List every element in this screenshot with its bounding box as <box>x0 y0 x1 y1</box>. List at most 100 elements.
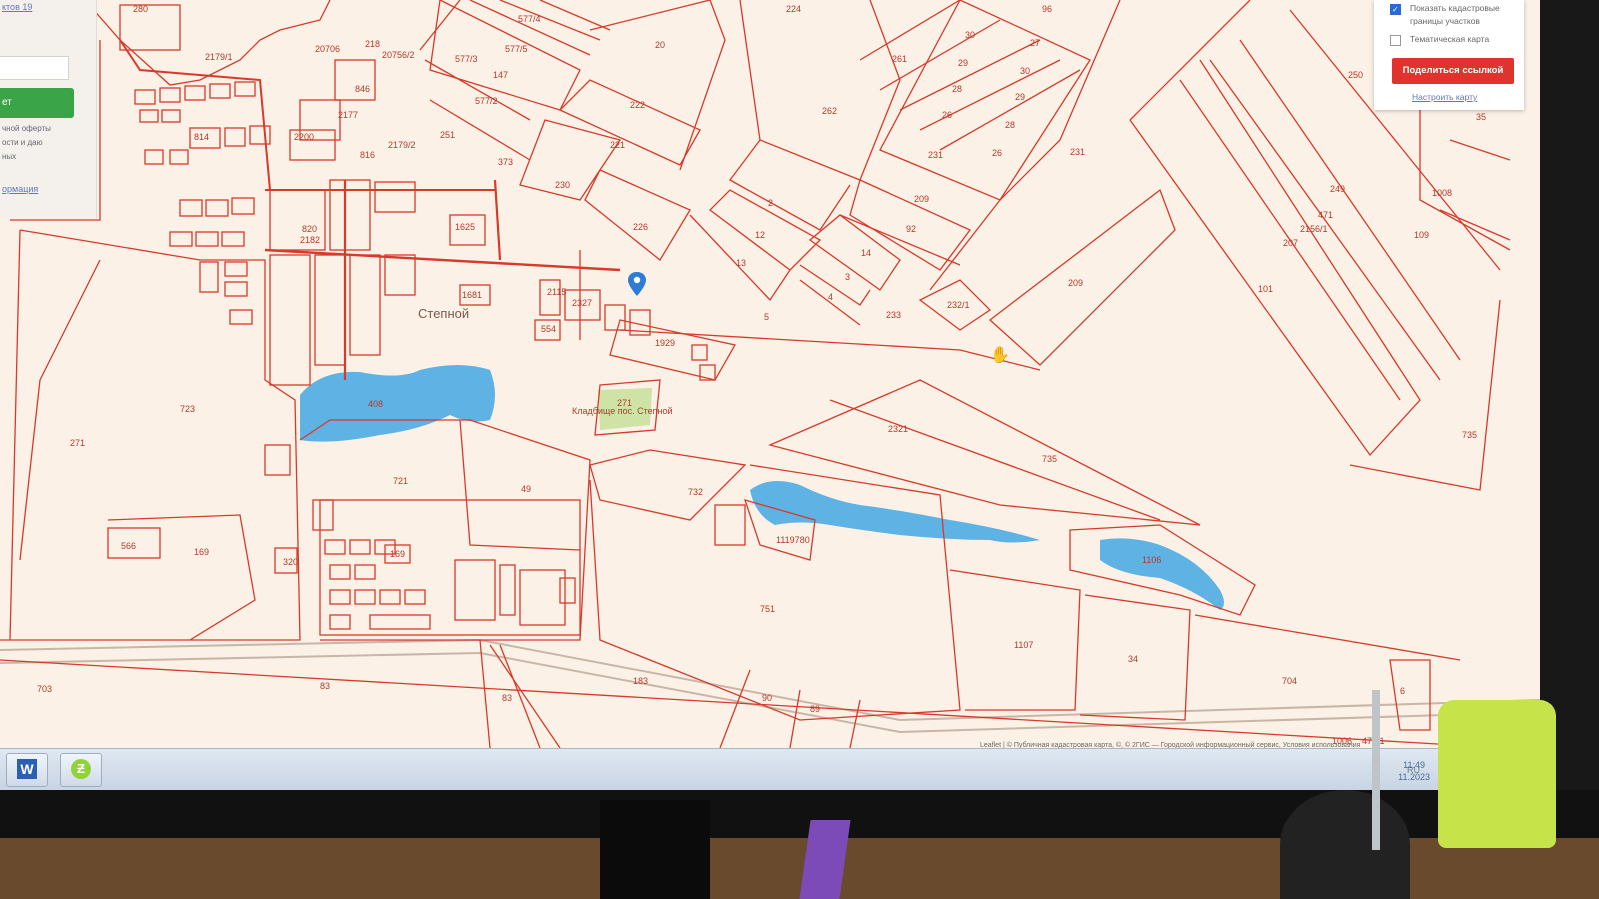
parcel-number-label: 109 <box>1414 230 1429 240</box>
parcel-number-label: 28 <box>952 84 962 94</box>
clock[interactable]: 11:49 11.2023 <box>1398 759 1430 783</box>
pen <box>1372 690 1380 850</box>
parcel-number-label: 20706 <box>315 44 340 54</box>
parcel-number-label: 471 <box>1318 210 1333 220</box>
parcel-number-label: 816 <box>360 150 375 160</box>
cadastral-checkbox[interactable] <box>1390 3 1401 16</box>
app-icon: Ƶ <box>71 759 91 779</box>
thematic-checkbox-label: Тематическая карта <box>1410 34 1490 44</box>
thematic-checkbox[interactable] <box>1390 35 1401 46</box>
parcel-number-label: 30 <box>965 30 975 40</box>
parcel-number-label: 2182 <box>300 235 320 245</box>
parcel-number-label: 28 <box>1005 120 1015 130</box>
parcel-number-label: 735 <box>1042 454 1057 464</box>
parcel-number-label: 49 <box>521 484 531 494</box>
parcel-number-label: 732 <box>688 487 703 497</box>
river-east <box>750 481 1040 543</box>
left-input-field[interactable] <box>0 56 69 80</box>
configure-map-link[interactable]: Настроить карту <box>1412 92 1477 102</box>
location-pin-icon[interactable] <box>628 272 646 296</box>
parcel-number-label: 183 <box>633 676 648 686</box>
parcel-number-label: 1119780 <box>776 535 810 545</box>
app-taskbar-button[interactable]: Ƶ <box>60 753 102 787</box>
parcel-number-label: 1625 <box>455 222 475 232</box>
parcel-number-label: 566 <box>121 541 136 551</box>
parcel-number-label: 1107 <box>1014 640 1033 650</box>
parcel-number-label: 2156/1 <box>1300 224 1328 234</box>
parcel-number-label: 1929 <box>655 338 675 348</box>
green-action-button[interactable]: ет <box>0 88 74 118</box>
parcel-number-label: 83 <box>502 693 512 703</box>
info-link[interactable]: ормация <box>2 184 38 194</box>
parcel-number-label: 226 <box>633 222 648 232</box>
parcel-number-label: 2321 <box>888 424 908 434</box>
parcel-number-label: 6 <box>1400 686 1405 696</box>
parcel-number-label: 271 <box>70 438 85 448</box>
parcel-number-label: 147 <box>493 70 508 80</box>
parcel-number-label: 26 <box>942 110 952 120</box>
yellow-object <box>1438 700 1556 848</box>
parcel-number-label: 231 <box>1070 147 1085 157</box>
parcel-number-label: 846 <box>355 84 370 94</box>
parcel-number-label: 577/4 <box>518 14 541 24</box>
parcel-number-label: 408 <box>368 399 383 409</box>
parcel-number-label: 83 <box>320 681 330 691</box>
parcel-number-label: 2179/1 <box>205 52 233 62</box>
parcel-number-label: 35 <box>1476 112 1486 122</box>
parcel-number-label: 89 <box>810 704 820 714</box>
parcel-number-label: 34 <box>1128 654 1138 664</box>
cadastral-map[interactable]: 280 2179/1 20706 218 20756/2 846 2177 814 2200 81… <box>0 0 1540 748</box>
parcel-number-label: 577/3 <box>455 54 478 64</box>
parcel-number-label: 2177 <box>338 110 358 120</box>
parcel-number-label: 218 <box>365 39 380 49</box>
parcel-number-label: 232/1 <box>947 300 970 310</box>
parcel-number-label: 1008 <box>1432 188 1452 198</box>
rural-parcels <box>0 0 1517 748</box>
top-link[interactable]: ктов 19 <box>2 2 32 12</box>
place-label: Степной <box>418 306 469 321</box>
parcel-number-label: 1681 <box>462 290 482 300</box>
parcel-number-label: 96 <box>1042 4 1052 14</box>
thematic-checkbox-row[interactable]: Тематическая карта <box>1390 33 1514 46</box>
parcel-number-label: 209 <box>914 194 929 204</box>
parcel-number-label: 2 <box>768 198 773 208</box>
left-text-2: ости и даю <box>2 138 43 147</box>
monitor-bezel-right <box>1540 0 1599 790</box>
left-text-1: чной оферты <box>2 124 51 133</box>
parcel-number-label: 231 <box>928 150 943 160</box>
parcel-number-label: 222 <box>630 100 645 110</box>
parcel-number-label: 735 <box>1462 430 1477 440</box>
parcel-number-label: 209 <box>1068 278 1083 288</box>
taskbar: W Ƶ RU 11:49 11.2023 <box>0 748 1540 790</box>
parcel-number-label: 20756/2 <box>382 50 415 60</box>
black-object <box>1280 790 1410 899</box>
parcel-number-label: 577/5 <box>505 44 528 54</box>
cadastral-checkbox-label: Показать кадастровые границы участков <box>1410 3 1500 26</box>
parcel-number-label: 12 <box>755 230 765 240</box>
parcel-number-label: 249 <box>1330 184 1345 194</box>
parcel-number-label: 230 <box>555 180 570 190</box>
parcel-number-label: 703 <box>37 684 52 694</box>
word-icon: W <box>17 759 37 779</box>
map-canvas[interactable]: 280 2179/1 20706 21820756/2 846 2177 814 2200 81… <box>0 0 1540 748</box>
parcel-number-label: 3 <box>845 272 850 282</box>
parcel-number-label: 5 <box>764 312 769 322</box>
parcel-number-label: 814 <box>194 132 209 142</box>
left-panel: ктов 19 ет чной оферты ости и даю ных ор… <box>0 0 97 218</box>
parcel-number-label: 30 <box>1020 66 1030 76</box>
parcel-number-label: 554 <box>541 324 556 334</box>
clock-date: 11.2023 <box>1398 772 1430 782</box>
monitor-screen: 280 2179/1 20706 218 20756/2 846 2177 814 2200 81… <box>0 0 1540 790</box>
hand-cursor-icon: ✋ <box>990 347 1010 364</box>
parcel-number-label: 320 <box>283 557 298 567</box>
word-taskbar-button[interactable]: W <box>6 753 48 787</box>
cadastral-checkbox-row[interactable]: Показать кадастровые границы участков <box>1390 2 1514 28</box>
parcel-number-label: 261 <box>892 54 907 64</box>
share-link-button[interactable]: Поделиться ссылкой <box>1392 58 1514 84</box>
parcel-number-label: 2179/2 <box>388 140 416 150</box>
parcel-number-label: 20 <box>655 40 665 50</box>
parcel-number-label: 723 <box>180 404 195 414</box>
parcel-number-label: 751 <box>760 604 775 614</box>
parcel-number-label: 224 <box>786 4 801 14</box>
parcel-number-label: 207 <box>1283 238 1298 248</box>
